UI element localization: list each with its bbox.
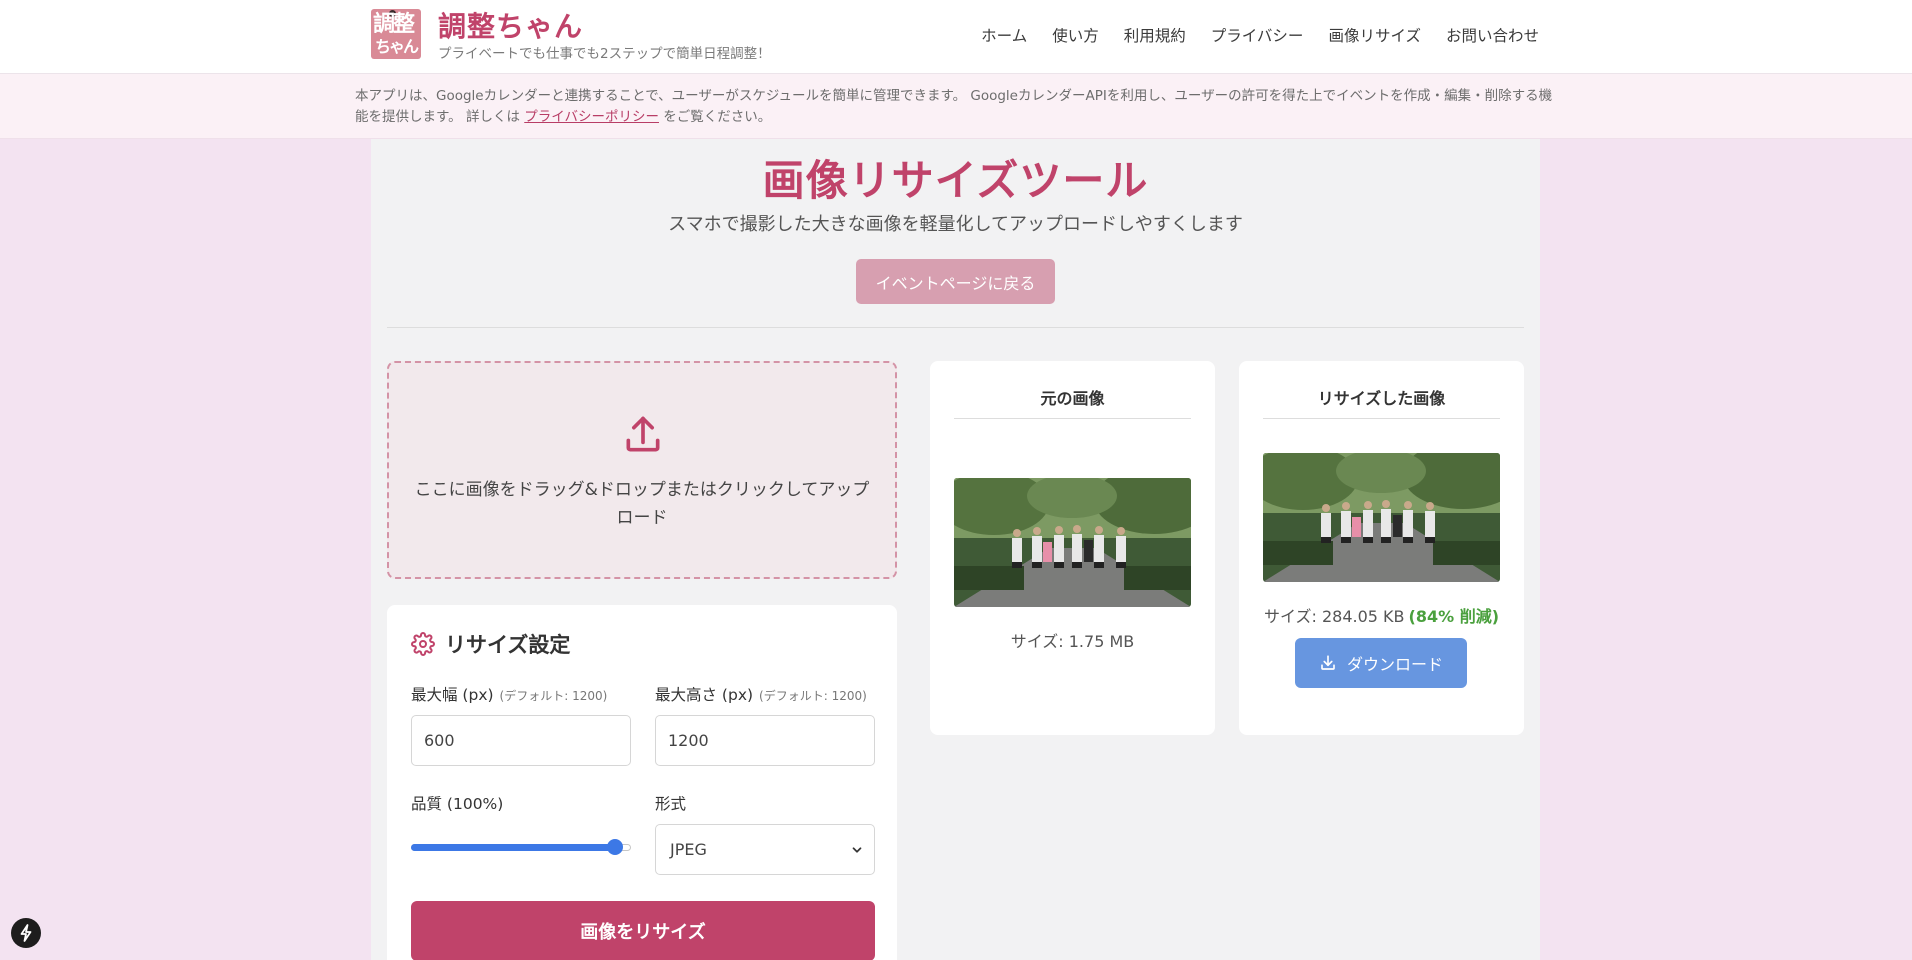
settings-title: リサイズ設定 xyxy=(445,633,571,657)
logo[interactable]: 調整 ちゃん xyxy=(371,9,421,59)
site-subtitle: プライベートでも仕事でも2ステップで簡単日程調整！ xyxy=(438,46,771,62)
max-width-label-text: 最大幅 (px) xyxy=(411,686,494,704)
divider xyxy=(387,327,1524,328)
max-height-label-text: 最大高さ (px) xyxy=(655,686,754,704)
original-image-preview xyxy=(954,478,1191,607)
privacy-policy-link[interactable]: プライバシーポリシー xyxy=(524,109,659,125)
quality-slider-thumb[interactable] xyxy=(607,839,623,855)
resize-settings-panel: リサイズ設定 最大幅 (px) (デフォルト: 1200) 最大高さ (px) (デ… xyxy=(387,605,897,960)
image-dropzone[interactable]: ここに画像をドラッグ&ドロップまたはクリックしてアップロード xyxy=(387,361,897,579)
quality-label: 品質 (100%) xyxy=(411,795,504,813)
nav-image-resize[interactable]: 画像リサイズ xyxy=(1328,24,1421,46)
left-background xyxy=(0,139,371,960)
dropzone-text: ここに画像をドラッグ&ドロップまたはクリックしてアップロード xyxy=(414,480,870,528)
resized-image-card: リサイズした画像 サイズ: 284.05 KB (84% 削減) ダウンロード xyxy=(1239,361,1524,735)
format-select[interactable]: JPEG xyxy=(655,824,875,875)
size-reduction-badge: (84% 削減) xyxy=(1408,607,1500,626)
gear-icon xyxy=(411,632,435,656)
nav-terms[interactable]: 利用規約 xyxy=(1124,24,1186,46)
resized-image-preview xyxy=(1263,453,1500,582)
nav-how-to[interactable]: 使い方 xyxy=(1052,24,1099,46)
right-background xyxy=(1539,139,1912,960)
logo-text-1: 調整 xyxy=(373,12,415,37)
download-icon xyxy=(1321,655,1335,670)
runners-photo xyxy=(954,478,1191,607)
logo-text-2: ちゃん xyxy=(375,37,419,56)
download-button-label: ダウンロード xyxy=(1346,655,1443,674)
page-subtitle: スマホで撮影した大きな画像を軽量化してアップロードしやすくします xyxy=(668,214,1243,235)
nav-privacy[interactable]: プライバシー xyxy=(1211,24,1304,46)
floating-action-button[interactable] xyxy=(11,918,41,948)
max-height-input[interactable] xyxy=(655,715,875,766)
original-image-card: 元の画像 サイズ: 1.75 MB xyxy=(930,361,1215,735)
site-header: 調整 ちゃん 調整ちゃん プライベートでも仕事でも2ステップで簡単日程調整！ ホ… xyxy=(0,0,1912,74)
resized-image-size-line: サイズ: 284.05 KB (84% 削減) xyxy=(1239,603,1524,627)
settings-header: リサイズ設定 xyxy=(411,629,570,659)
nav-home[interactable]: ホーム xyxy=(981,24,1027,46)
page-title: 画像リサイズツール xyxy=(762,156,1149,205)
main-content: 画像リサイズツール スマホで撮影した大きな画像を軽量化してアップロードしやすくし… xyxy=(371,139,1540,960)
resize-image-button[interactable]: 画像をリサイズ xyxy=(411,901,875,960)
main-nav: ホーム 使い方 利用規約 プライバシー 画像リサイズ お問い合わせ xyxy=(981,24,1539,46)
download-button[interactable]: ダウンロード xyxy=(1295,638,1467,688)
notice-banner: 本アプリは、Googleカレンダーと連携することで、ユーザーがスケジュールを簡単… xyxy=(0,74,1912,139)
nav-contact[interactable]: お問い合わせ xyxy=(1446,24,1539,46)
format-label: 形式 xyxy=(655,795,687,813)
max-height-hint: (デフォルト: 1200) xyxy=(759,689,867,703)
resized-image-size: サイズ: 284.05 KB xyxy=(1263,607,1405,626)
notice-text: 本アプリは、Googleカレンダーと連携することで、ユーザーがスケジュールを簡単… xyxy=(355,86,1560,128)
quality-slider[interactable] xyxy=(411,838,631,856)
lightning-icon xyxy=(20,924,32,942)
notice-text-after: をご覧ください。 xyxy=(663,109,772,125)
original-image-size: サイズ: 1.75 MB xyxy=(1010,632,1135,651)
format-select-value: JPEG xyxy=(670,840,707,859)
chevron-down-icon xyxy=(852,847,862,853)
upload-icon xyxy=(626,416,660,452)
back-to-event-button[interactable]: イベントページに戻る xyxy=(856,259,1055,304)
resized-image-title: リサイズした画像 xyxy=(1263,385,1500,419)
original-image-title: 元の画像 xyxy=(954,385,1191,419)
max-height-label: 最大高さ (px) (デフォルト: 1200) xyxy=(655,683,867,705)
max-width-hint: (デフォルト: 1200) xyxy=(499,689,608,703)
runners-photo-resized xyxy=(1263,453,1500,582)
max-width-input[interactable] xyxy=(411,715,631,766)
max-width-label: 最大幅 (px) (デフォルト: 1200) xyxy=(411,683,607,705)
site-title[interactable]: 調整ちゃん xyxy=(438,5,583,45)
quality-slider-fill xyxy=(411,844,615,851)
